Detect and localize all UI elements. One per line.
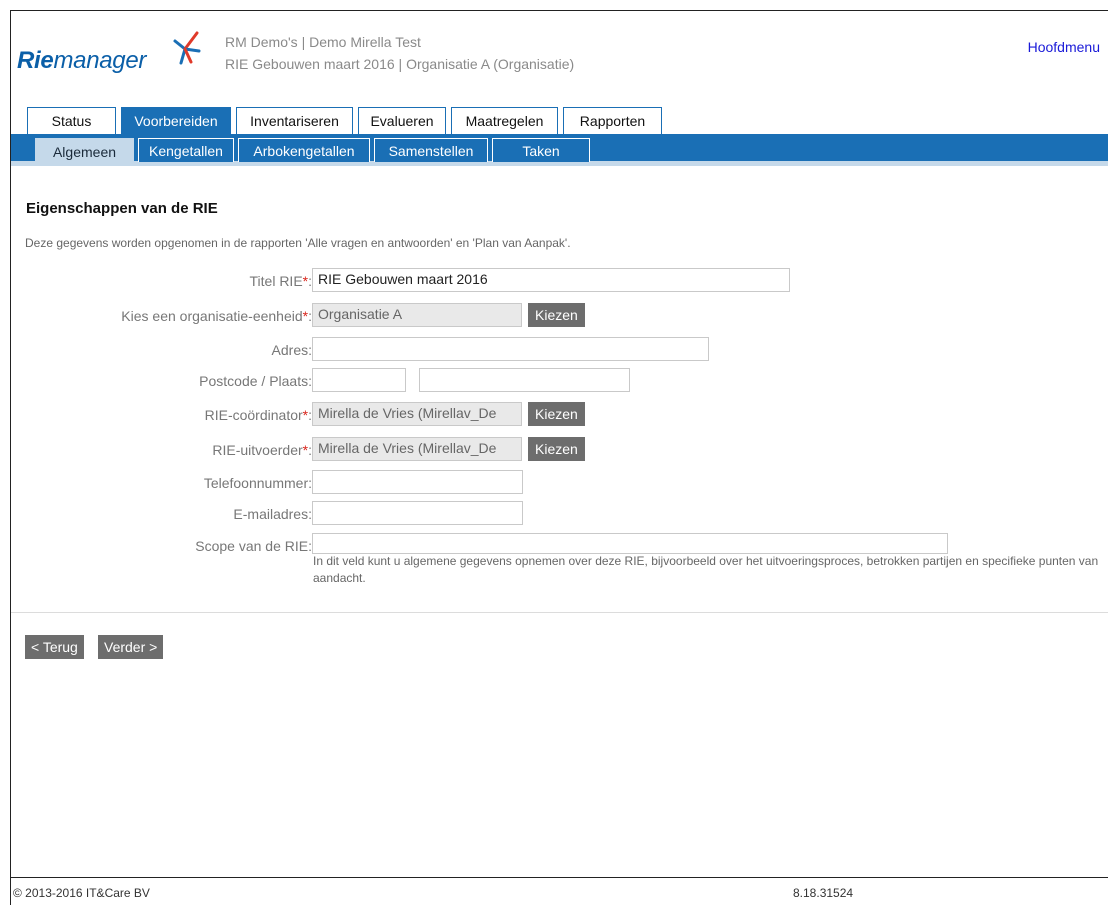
main-tabs: Status Voorbereiden Inventariseren Evalu… <box>27 107 662 134</box>
tab-inventariseren[interactable]: Inventariseren <box>236 107 353 134</box>
telefoon-label: Telefoonnummer: <box>203 475 312 491</box>
row-organisatie: Kies een organisatie-eenheid*: Organisat… <box>0 303 1108 331</box>
copyright-text: © 2013-2016 IT&Care BV <box>13 886 150 900</box>
plaats-input[interactable] <box>419 368 630 392</box>
kies-organisatie-button[interactable]: Kiezen <box>528 303 585 327</box>
telefoon-input[interactable] <box>312 470 523 494</box>
scope-label: Scope van de RIE: <box>195 538 312 554</box>
scope-input[interactable] <box>312 533 948 554</box>
riemanager-logo: Riemanager <box>17 29 207 79</box>
tab-voorbereiden[interactable]: Voorbereiden <box>121 107 231 134</box>
tab-maatregelen[interactable]: Maatregelen <box>451 107 558 134</box>
tab-evalueren[interactable]: Evalueren <box>358 107 446 134</box>
tab-rapporten[interactable]: Rapporten <box>563 107 662 134</box>
version-text: 8.18.31524 <box>793 886 854 900</box>
coordinator-label: RIE-coördinator*: <box>204 407 312 423</box>
postcode-input[interactable] <box>312 368 406 392</box>
context-info: RM Demo's | Demo Mirella Test RIE Gebouw… <box>225 31 574 75</box>
scope-hint: In dit veld kunt u algemene gegevens opn… <box>313 554 1099 585</box>
subtab-bar: Algemeen Kengetallen Arbokengetallen Sam… <box>11 134 1108 166</box>
terug-button[interactable]: < Terug <box>25 635 84 659</box>
email-label: E-mailadres: <box>233 506 312 522</box>
postcode-label: Postcode / Plaats: <box>199 373 312 389</box>
row-titel: Titel RIE*: RIE Gebouwen maart 2016 <box>0 268 1108 296</box>
tab-status[interactable]: Status <box>27 107 116 134</box>
uitvoerder-input[interactable]: Mirella de Vries (Mirellav_De <box>312 437 522 461</box>
subtab-algemeen[interactable]: Algemeen <box>35 138 134 164</box>
footer-divider <box>11 877 1108 878</box>
titel-input[interactable]: RIE Gebouwen maart 2016 <box>312 268 790 292</box>
row-coordinator: RIE-coördinator*: Mirella de Vries (Mire… <box>0 402 1108 430</box>
organisatie-input[interactable]: Organisatie A <box>312 303 522 327</box>
coordinator-input[interactable]: Mirella de Vries (Mirellav_De <box>312 402 522 426</box>
organisatie-label: Kies een organisatie-eenheid*: <box>121 308 312 324</box>
row-uitvoerder: RIE-uitvoerder*: Mirella de Vries (Mirel… <box>0 437 1108 465</box>
kies-uitvoerder-button[interactable]: Kiezen <box>528 437 585 461</box>
adres-input[interactable] <box>312 337 709 361</box>
page-title: Eigenschappen van de RIE <box>26 200 218 217</box>
subtab-arbokengetallen[interactable]: Arbokengetallen <box>238 138 370 162</box>
titel-label: Titel RIE*: <box>249 273 313 289</box>
logo-text: Riemanager <box>17 47 147 74</box>
email-input[interactable] <box>312 501 523 525</box>
uitvoerder-label: RIE-uitvoerder*: <box>212 442 312 458</box>
subtab-kengetallen[interactable]: Kengetallen <box>138 138 234 162</box>
context-rie: RIE Gebouwen maart 2016 | Organisatie A … <box>225 56 575 72</box>
row-adres: Adres: <box>0 337 1108 365</box>
sub-tabs: Algemeen Kengetallen Arbokengetallen Sam… <box>35 138 590 164</box>
row-email: E-mailadres: <box>0 501 1108 529</box>
form-divider <box>11 612 1108 613</box>
hoofdmenu-link[interactable]: Hoofdmenu <box>1028 39 1100 55</box>
row-postcode: Postcode / Plaats: <box>0 368 1108 396</box>
kies-coordinator-button[interactable]: Kiezen <box>528 402 585 426</box>
row-telefoon: Telefoonnummer: <box>0 470 1108 498</box>
verder-button[interactable]: Verder > <box>98 635 164 659</box>
context-project: RM Demo's | Demo Mirella Test <box>225 34 421 50</box>
subtab-taken[interactable]: Taken <box>492 138 590 162</box>
subtab-samenstellen[interactable]: Samenstellen <box>374 138 488 162</box>
page-intro: Deze gegevens worden opgenomen in de rap… <box>25 236 571 250</box>
adres-label: Adres: <box>271 342 312 358</box>
logo-star-icon <box>173 31 201 65</box>
